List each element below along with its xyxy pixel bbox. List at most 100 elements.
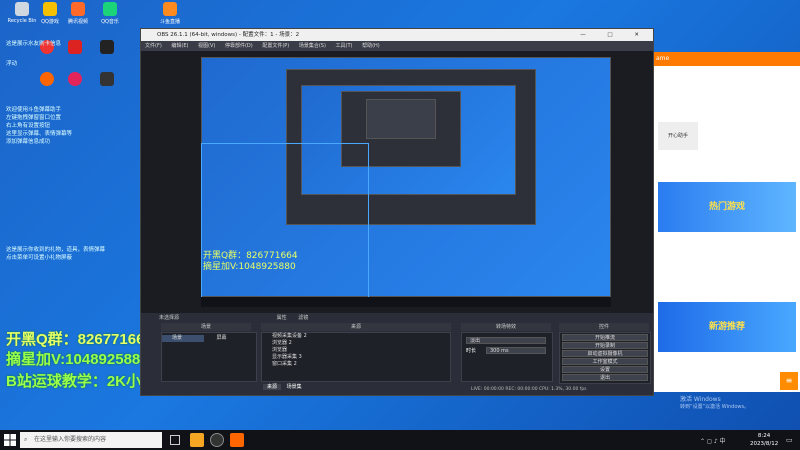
studio-mode-button[interactable]: 工作室模式	[562, 358, 648, 365]
sources-list[interactable]: 视频采集设备 2 浏览器 2 浏览器 显示器采集 3 窗口采集 2	[261, 332, 451, 382]
preview-selection	[201, 143, 369, 307]
app-icon	[68, 40, 82, 54]
qq-game-icon	[43, 2, 57, 16]
exit-button[interactable]: 退出	[562, 374, 648, 381]
transition-select[interactable]: 淡出	[466, 337, 546, 344]
properties-button[interactable]: 属性	[277, 315, 287, 321]
qq-music-icon	[103, 2, 117, 16]
start-streaming-button[interactable]: 开始推流	[562, 334, 648, 341]
watermark-line: 转到“设置”以激活 Windows。	[680, 404, 750, 410]
no-source-label: 未选择源	[159, 315, 180, 321]
clock-date: 2023/8/12	[750, 441, 779, 447]
tencent-video-icon	[71, 2, 85, 16]
window-controls[interactable]: — □ ✕	[580, 29, 649, 41]
obs-title: OBS 26.1.1 (64-bit, windows) - 配置文件：1 - …	[157, 32, 300, 38]
desktop-icon-douyu[interactable]: 斗鱼直播	[150, 2, 190, 25]
taskbar-app-obs[interactable]	[210, 433, 224, 447]
start-recording-button[interactable]: 开始录制	[562, 342, 648, 349]
menu-scene-collection[interactable]: 场景集合(S)	[299, 43, 326, 49]
source-item[interactable]: 浏览器 2	[262, 340, 450, 347]
menu-view[interactable]: 视图(V)	[198, 43, 215, 49]
tab-sources[interactable]: 来源	[263, 384, 282, 390]
source-item[interactable]: 窗口采集 2	[262, 361, 450, 368]
source-item[interactable]: 显示器采集 3	[262, 354, 450, 361]
menu-tools[interactable]: 工具(T)	[336, 43, 353, 49]
overlay-info-top: 这是展示水友刷卡信息 浮动	[6, 40, 61, 68]
obs-title-bar[interactable]: OBS 26.1.1 (64-bit, windows) - 配置文件：1 - …	[141, 29, 653, 41]
obs-menu-bar[interactable]: 文件(F) 编辑(E) 视图(V) 停靠部件(D) 配置文件(P) 场景集合(S…	[141, 41, 653, 51]
taskbar-app-edge[interactable]	[190, 433, 204, 447]
promo-side-button[interactable]: ≡	[780, 372, 798, 390]
recycle-bin-icon	[15, 2, 29, 16]
notification-icon[interactable]: ▭	[786, 436, 793, 444]
scenes-list[interactable]: 场景 屏幕	[161, 332, 257, 382]
preview-overlay-line: 摘星加V:1048925880	[203, 262, 296, 272]
source-toolbar: 未选择源 属性 滤镜	[141, 313, 653, 323]
sources-tabs: 来源 场景集	[263, 383, 306, 390]
preview-taskbar	[201, 297, 611, 307]
menu-help[interactable]: 帮助(H)	[362, 43, 380, 49]
scene-item[interactable]: 场景	[162, 335, 205, 342]
source-item[interactable]: 视频采集设备 2	[262, 333, 450, 340]
overlay-line: 添加弹幕信息成功	[6, 139, 51, 145]
preview-obs-level3	[366, 99, 436, 139]
menu-edit[interactable]: 编辑(E)	[171, 43, 188, 49]
transition-dock-title: 转场特效	[461, 323, 551, 331]
filters-button[interactable]: 滤镜	[298, 315, 308, 321]
background-app-title: ame	[654, 52, 800, 66]
desktop-icon-qq-music[interactable]: QQ音乐	[90, 2, 130, 25]
douyu-icon	[163, 2, 177, 16]
windows-icon	[4, 434, 16, 446]
start-button[interactable]	[4, 434, 16, 446]
activation-watermark: 激活 Windows 转到“设置”以激活 Windows。	[680, 394, 749, 410]
virtual-camera-button[interactable]: 启动虚拟摄像机	[562, 350, 648, 357]
tray-icons[interactable]: ⌃ ◻ ♪ 中	[700, 436, 726, 445]
watermark-line: 激活 Windows	[680, 396, 721, 403]
overlay-line: 这是展示水友刷卡信息	[6, 41, 62, 47]
overlay-wechat: 摘星加V:1048925880	[6, 351, 149, 368]
overlay-line: 这是展示你收到的礼物，道具，表情弹幕	[6, 247, 106, 253]
overlay-qq-group: 开黑Q群：826771664	[6, 331, 153, 348]
desktop-icon-label: 腾讯视频	[67, 19, 88, 25]
menu-file[interactable]: 文件(F)	[145, 43, 162, 49]
sources-dock-title: 来源	[261, 323, 451, 331]
overlay-info-gift: 这是展示你收到的礼物，道具，表情弹幕 点击菜单可设置小礼物屏蔽	[6, 246, 136, 262]
desktop-icon-label: QQ游戏	[41, 19, 59, 25]
duration-input[interactable]: 300 ms	[486, 347, 546, 354]
overlay-line: 左键拖拽弹窗窗口位置	[6, 115, 62, 121]
taskbar: ⌕ 在这里输入你要搜索的内容 ⌃ ◻ ♪ 中 8:24 2023/8/12 ▭	[0, 430, 800, 450]
scene-item[interactable]: 屏幕	[207, 335, 249, 342]
app-icon	[100, 72, 114, 86]
taskview-icon[interactable]	[170, 435, 180, 445]
duration-label: 时长	[466, 348, 477, 354]
menu-profile[interactable]: 配置文件(P)	[262, 43, 289, 49]
transition-panel: 淡出 时长 300 ms	[461, 332, 553, 382]
taskbar-app-douyu[interactable]	[230, 433, 244, 447]
promo-banner[interactable]: 热门游戏	[658, 182, 796, 232]
promo-card[interactable]: 开心助手	[658, 122, 698, 150]
clock-time: 8:24	[757, 433, 771, 439]
settings-button[interactable]: 设置	[562, 366, 648, 373]
clock[interactable]: 8:24 2023/8/12	[750, 432, 778, 448]
overlay-bilibili: B站运球教学：2K小豪	[6, 373, 157, 390]
tab-scenes[interactable]: 场景集	[283, 384, 306, 390]
status-bar: LIVE: 00:00:00 REC: 00:00:00 CPU: 1.3%, …	[471, 387, 587, 392]
overlay-line: 点击菜单可设置小礼物屏蔽	[6, 255, 73, 261]
overlay-line: 浮动	[6, 61, 18, 67]
overlay-line: 欢迎使用斗鱼弹幕助手	[6, 107, 62, 113]
overlay-line: 右上角有设置按钮	[6, 123, 51, 129]
obs-window[interactable]: OBS 26.1.1 (64-bit, windows) - 配置文件：1 - …	[140, 28, 654, 396]
promo-banner[interactable]: 新游推荐	[658, 302, 796, 352]
scenes-dock-title: 场景	[161, 323, 251, 331]
preview-overlay-line: 开黑Q群：826771664	[203, 251, 298, 261]
source-item[interactable]: 浏览器	[262, 347, 450, 354]
menu-docks[interactable]: 停靠部件(D)	[225, 43, 253, 49]
taskbar-search[interactable]: ⌕ 在这里输入你要搜索的内容	[20, 432, 162, 448]
obs-preview[interactable]: 开黑Q群：826771664 摘星加V:1048925880	[141, 51, 653, 323]
desktop-icon-label: QQ音乐	[101, 19, 119, 25]
app-icon	[40, 72, 54, 86]
overlay-info-help: 欢迎使用斗鱼弹幕助手 左键拖拽弹窗窗口位置 右上角有设置按钮 这里显示弹幕、表情…	[6, 106, 136, 146]
background-app-window[interactable]: ame 开心助手 热门游戏 新游推荐 ≡	[654, 52, 800, 392]
app-icon	[100, 40, 114, 54]
obs-docks: 未选择源 属性 滤镜 场景 场景 屏幕 来源 视频采集设备 2 浏览器 2 浏览…	[141, 313, 653, 395]
